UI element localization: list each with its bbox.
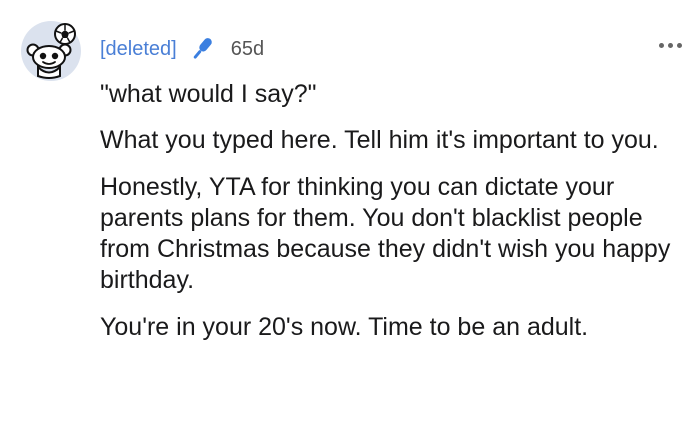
comment-paragraph: What you typed here. Tell him it's impor… — [100, 126, 659, 154]
dot — [658, 42, 664, 48]
soccer-ball-icon — [54, 23, 76, 45]
author-username[interactable]: [deleted] — [100, 38, 177, 61]
comment-header: [deleted] 65d — [100, 34, 264, 64]
comment-paragraph: Honestly, YTA for thinking you can dicta… — [100, 173, 671, 294]
microphone-icon — [187, 34, 217, 64]
user-avatar[interactable] — [20, 20, 82, 82]
comment-body: "what would I say?" What you typed here.… — [100, 79, 690, 343]
dot — [676, 42, 682, 48]
comment-paragraph: You're in your 20's now. Time to be an a… — [100, 313, 589, 341]
more-options-icon[interactable] — [654, 34, 686, 56]
snoo-avatar-icon — [21, 21, 81, 81]
comment-paragraph: "what would I say?" — [100, 80, 317, 108]
dot — [667, 42, 673, 48]
comment-age: 65d — [230, 37, 265, 60]
comment: [deleted] 65d "what would I say?" What y… — [0, 0, 700, 426]
